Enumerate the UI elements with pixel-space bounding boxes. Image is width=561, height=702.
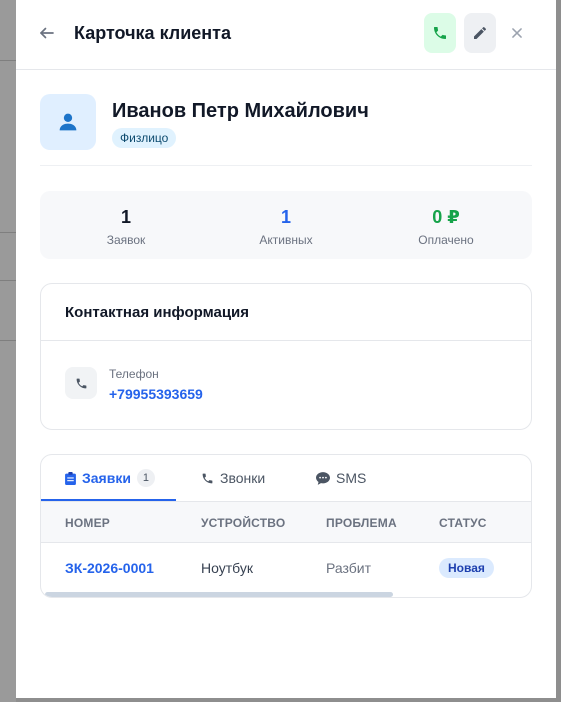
arrow-left-icon bbox=[40, 27, 54, 39]
user-icon bbox=[59, 113, 77, 131]
status-badge: Новая bbox=[439, 558, 494, 578]
column-header: СТАТУС bbox=[439, 516, 487, 530]
history-card: Заявки 1 Звонки SMS НОМЕР УСТРОЙСТВО ПРО… bbox=[40, 454, 532, 598]
client-type-badge: Физлицо bbox=[112, 128, 177, 148]
stats-summary: 1 Заявок 1 Активных 0 ₽ Оплачено bbox=[40, 191, 532, 259]
request-number-link[interactable]: ЗК-2026-0001 bbox=[65, 560, 154, 576]
phone-icon bbox=[434, 27, 446, 39]
column-header: УСТРОЙСТВО bbox=[201, 516, 286, 530]
stat-value: 1 bbox=[280, 207, 291, 227]
phone-icon bbox=[202, 473, 213, 483]
phone-link[interactable]: +79955393659 bbox=[109, 386, 203, 402]
stat-requests: 1 Заявок bbox=[66, 206, 186, 247]
contact-info-card: Контактная информация Телефон +799553936… bbox=[40, 283, 532, 430]
phone-label: Телефон bbox=[109, 367, 159, 381]
tab-label: Заявки bbox=[82, 470, 131, 486]
call-button[interactable] bbox=[424, 13, 456, 53]
tab-sms[interactable]: SMS bbox=[316, 455, 366, 501]
table-row[interactable]: ЗК-2026-0001 Ноутбук Разбит Новая bbox=[41, 543, 531, 593]
client-name: Иванов Петр Михайлович bbox=[112, 100, 369, 122]
background-app bbox=[0, 0, 16, 702]
stat-value: 1 bbox=[120, 207, 131, 227]
active-tab-indicator bbox=[41, 499, 176, 501]
close-icon bbox=[512, 28, 522, 38]
table-header: НОМЕР УСТРОЙСТВО ПРОБЛЕМА СТАТУС bbox=[41, 502, 531, 543]
panel-header: Карточка клиента bbox=[16, 0, 556, 70]
tab-label: SMS bbox=[336, 470, 367, 486]
chat-icon bbox=[316, 471, 330, 485]
tab-label: Звонки bbox=[220, 470, 266, 486]
background-app-right bbox=[556, 0, 561, 702]
column-header: ПРОБЛЕМА bbox=[326, 516, 397, 530]
page-title: Карточка клиента bbox=[74, 23, 232, 43]
avatar bbox=[40, 94, 96, 150]
stat-active: 1 Активных bbox=[226, 206, 346, 247]
client-card-panel: Карточка клиента Иванов Петр Михайлович … bbox=[16, 0, 556, 698]
edit-button[interactable] bbox=[464, 13, 496, 53]
phone-icon bbox=[76, 378, 86, 388]
phone-icon-box bbox=[65, 367, 97, 399]
stat-label: Оплачено bbox=[418, 233, 474, 247]
tab-count-badge: 1 bbox=[136, 469, 155, 487]
close-button[interactable] bbox=[506, 22, 528, 44]
contact-info-header: Контактная информация bbox=[41, 284, 531, 341]
column-header: НОМЕР bbox=[65, 516, 111, 530]
pencil-icon bbox=[474, 26, 486, 39]
back-button[interactable] bbox=[36, 22, 58, 44]
stat-label: Заявок bbox=[106, 233, 146, 247]
section-title: Контактная информация bbox=[65, 304, 250, 321]
divider bbox=[40, 165, 532, 166]
tabs-bar: Заявки 1 Звонки SMS bbox=[41, 455, 531, 502]
stat-label: Активных bbox=[259, 233, 313, 247]
device-cell: Ноутбук bbox=[201, 560, 253, 576]
horizontal-scrollbar[interactable] bbox=[45, 592, 393, 597]
stat-value: 0 ₽ bbox=[432, 207, 460, 227]
clipboard-icon bbox=[65, 471, 76, 485]
problem-cell: Разбит bbox=[326, 560, 372, 576]
tab-requests[interactable]: Заявки 1 bbox=[65, 455, 155, 501]
tab-calls[interactable]: Звонки bbox=[201, 455, 265, 501]
stat-paid: 0 ₽ Оплачено bbox=[386, 206, 506, 247]
